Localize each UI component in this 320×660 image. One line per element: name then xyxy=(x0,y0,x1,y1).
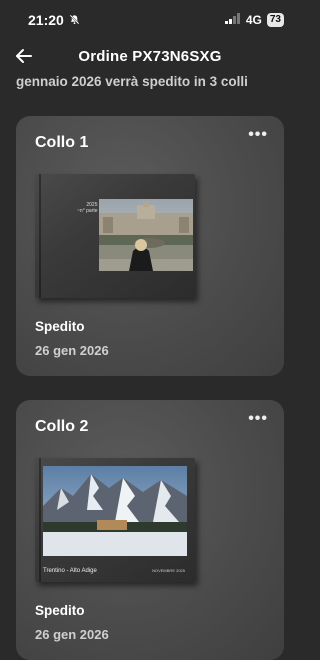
more-options-button[interactable]: ••• xyxy=(248,127,268,143)
status-bar: 21:20 4G 73 xyxy=(0,0,300,40)
network-type: 4G xyxy=(245,13,262,27)
book-cover-part: ~n° parte xyxy=(77,208,98,214)
book-caption: Trentino - Alto Adige xyxy=(43,568,97,574)
ellipsis-icon: ••• xyxy=(248,410,268,427)
back-button[interactable] xyxy=(12,44,36,68)
ellipsis-icon: ••• xyxy=(248,126,268,143)
more-options-button[interactable]: ••• xyxy=(248,411,268,427)
status-time: 21:20 xyxy=(28,12,64,28)
order-subtitle: gennaio 2026 verrà spedito in 3 colli xyxy=(16,74,248,89)
bell-slash-icon xyxy=(69,12,80,28)
header: Ordine PX73N6SXG xyxy=(0,40,300,72)
package-card-1[interactable]: Collo 1 ••• 2025 ~n° parte Spedito 26 ge… xyxy=(16,116,284,376)
package-card-2[interactable]: Collo 2 ••• Trentino - Alto Adige NOVEMB… xyxy=(16,400,284,660)
status-right: 4G 73 xyxy=(224,13,284,27)
shipment-status: Spedito xyxy=(35,319,85,334)
signal-icon xyxy=(224,13,241,27)
status-left: 21:20 xyxy=(28,12,80,28)
package-title: Collo 1 xyxy=(35,134,89,151)
book-cover-text: 2025 ~n° parte xyxy=(77,202,98,214)
photobook-cover: 2025 ~n° parte xyxy=(35,174,195,298)
arrow-left-icon xyxy=(16,49,32,63)
page-title: Ordine PX73N6SXG xyxy=(78,47,222,65)
photobook-cover: Trentino - Alto Adige NOVEMBRE 2025 xyxy=(35,458,195,582)
shipment-date: 26 gen 2026 xyxy=(35,343,109,358)
book-caption-right: NOVEMBRE 2025 xyxy=(152,568,185,573)
battery-indicator: 73 xyxy=(266,13,284,27)
shipment-status: Spedito xyxy=(35,603,85,618)
palace-photo xyxy=(99,199,193,271)
mountain-photo xyxy=(43,466,187,556)
package-title: Collo 2 xyxy=(35,418,89,435)
shipment-date: 26 gen 2026 xyxy=(35,627,109,642)
